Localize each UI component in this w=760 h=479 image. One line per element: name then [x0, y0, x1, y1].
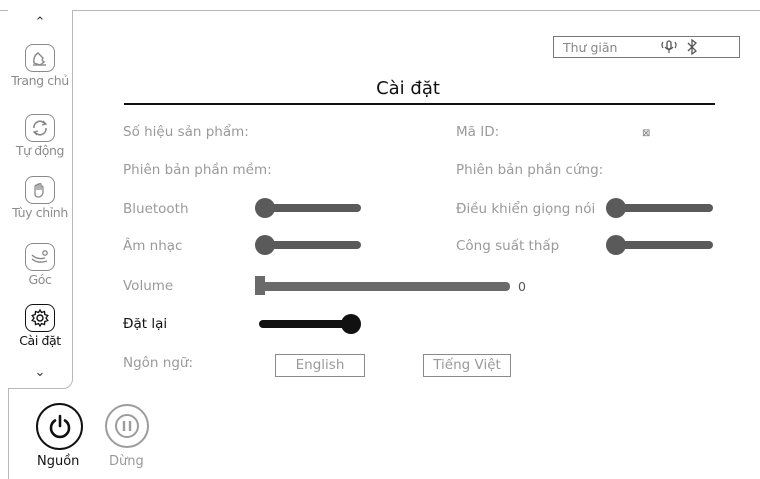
bluetooth-label: Bluetooth [123, 201, 189, 217]
mode-status: Thư giãn [563, 40, 618, 55]
id-label: Mã ID: [456, 124, 500, 140]
music-toggle[interactable] [255, 235, 361, 255]
custom-hand-icon [25, 176, 55, 204]
software-version-label: Phiên bản phần mềm: [123, 162, 272, 178]
reset-toggle[interactable] [255, 314, 363, 334]
voice-control-label: Điều khiển giọng nói [456, 201, 596, 217]
language-english-button[interactable]: English [275, 354, 365, 377]
sidebar-item-auto[interactable]: Tự động [8, 114, 72, 158]
id-value: ⊠ [642, 128, 651, 139]
hardware-version-label: Phiên bản phần cứng: [456, 162, 604, 178]
sidebar-item-label: Góc [28, 272, 52, 287]
voice-control-toggle[interactable] [606, 198, 713, 218]
sidebar-item-angle[interactable]: Góc [8, 243, 72, 287]
sidebar: ⌃ Trang chủ Tự động Tùy chỉnh Góc Cài đặ… [8, 10, 73, 389]
language-vietnamese-button[interactable]: Tiếng Việt [423, 354, 511, 377]
volume-label: Volume [123, 278, 174, 294]
bluetooth-toggle[interactable] [255, 198, 361, 218]
pause-button[interactable] [105, 404, 149, 448]
sidebar-item-home[interactable]: Trang chủ [8, 44, 72, 88]
low-power-label: Công suất thấp [456, 238, 560, 254]
gear-icon [25, 304, 55, 332]
page-title: Cài đặt [376, 78, 440, 99]
low-power-toggle[interactable] [606, 235, 713, 255]
reset-label: Đặt lại [123, 316, 168, 332]
sidebar-item-custom[interactable]: Tùy chỉnh [8, 176, 72, 220]
power-label: Nguồn [37, 454, 80, 469]
sidebar-item-settings[interactable]: Cài đặt [8, 304, 72, 348]
status-icons [658, 38, 700, 60]
volume-value: 0 [518, 279, 526, 294]
title-underline [124, 103, 715, 105]
recline-angle-icon [25, 243, 55, 271]
sidebar-item-label: Cài đặt [19, 333, 61, 348]
frame-top-line [0, 10, 760, 11]
status-box: Thư giãn [553, 36, 740, 58]
auto-cycle-icon [25, 114, 55, 142]
language-label: Ngôn ngữ: [123, 355, 194, 371]
pause-icon [115, 414, 139, 438]
bluetooth-icon [687, 38, 698, 56]
pause-label: Dừng [109, 454, 144, 469]
sidebar-item-label: Tùy chỉnh [12, 205, 68, 220]
volume-slider-thumb[interactable] [255, 276, 265, 295]
power-button[interactable] [36, 403, 83, 450]
power-icon [49, 414, 70, 438]
voice-icon [661, 40, 677, 53]
scroll-up-icon[interactable]: ⌃ [8, 16, 72, 30]
music-label: Âm nhạc [123, 238, 183, 254]
scroll-down-icon[interactable]: ⌄ [8, 366, 72, 380]
product-number-label: Số hiệu sản phẩm: [123, 124, 249, 140]
sidebar-item-label: Tự động [15, 143, 65, 158]
home-hand-icon [25, 44, 55, 72]
sidebar-item-label: Trang chủ [11, 73, 69, 88]
volume-slider-track[interactable] [256, 282, 510, 291]
